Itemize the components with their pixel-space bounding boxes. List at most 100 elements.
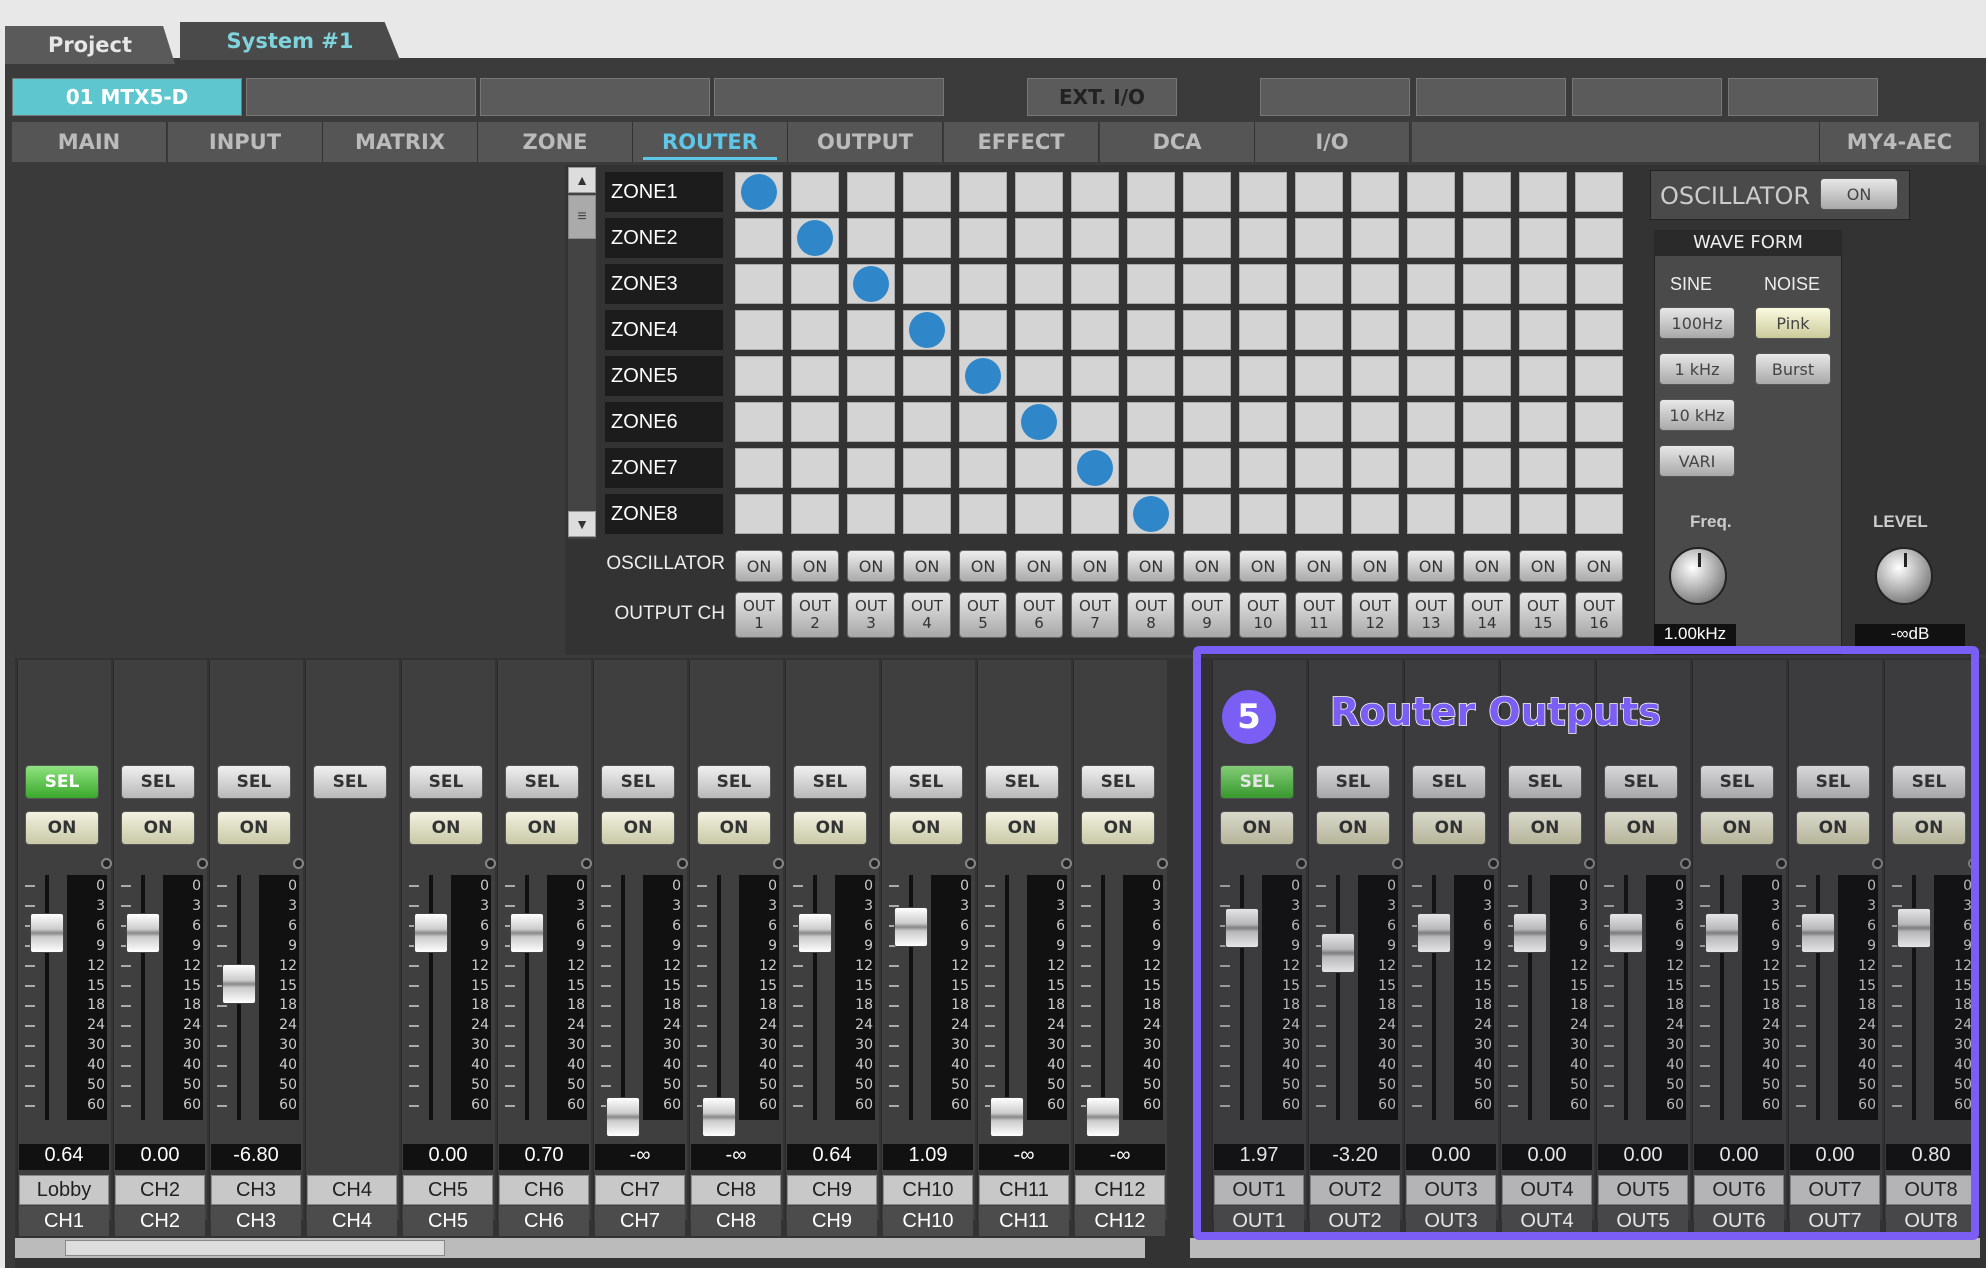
scroll-thumb-input[interactable] <box>65 1240 445 1256</box>
matrix-cell[interactable] <box>959 356 1007 396</box>
matrix-cell[interactable] <box>1071 494 1119 534</box>
matrix-cell[interactable] <box>1183 356 1231 396</box>
device-tab-7[interactable] <box>1416 78 1566 116</box>
matrix-cell[interactable] <box>1463 402 1511 442</box>
matrix-cell[interactable] <box>1519 264 1567 304</box>
level-knob[interactable] <box>1875 547 1933 605</box>
matrix-cell[interactable] <box>1351 494 1399 534</box>
on-button[interactable]: ON <box>1081 811 1155 845</box>
output-ch-button-16[interactable]: OUT 16 <box>1575 592 1623 638</box>
matrix-cell[interactable] <box>1127 402 1175 442</box>
matrix-cell[interactable] <box>903 218 951 258</box>
matrix-cell[interactable] <box>959 494 1007 534</box>
matrix-cell[interactable] <box>791 218 839 258</box>
matrix-cell[interactable] <box>1519 218 1567 258</box>
oscillator-on-button-16[interactable]: ON <box>1575 550 1623 582</box>
sel-button[interactable]: SEL <box>601 765 675 799</box>
scroll-up-icon[interactable]: ▲ <box>568 167 596 193</box>
output-ch-button-15[interactable]: OUT 15 <box>1519 592 1567 638</box>
tab-output[interactable]: OUTPUT <box>788 122 943 162</box>
device-tab-5[interactable]: EXT. I/O <box>1027 78 1177 116</box>
output-ch-button-12[interactable]: OUT 12 <box>1351 592 1399 638</box>
device-tab-9[interactable] <box>1728 78 1878 116</box>
oscillator-on-button-7[interactable]: ON <box>1071 550 1119 582</box>
matrix-cell[interactable] <box>735 218 783 258</box>
sel-button[interactable]: SEL <box>889 765 963 799</box>
oscillator-on-button-8[interactable]: ON <box>1127 550 1175 582</box>
fader-knob[interactable] <box>222 964 256 1004</box>
matrix-cell[interactable] <box>1407 172 1455 212</box>
matrix-cell[interactable] <box>735 264 783 304</box>
matrix-cell[interactable] <box>1183 448 1231 488</box>
fader-knob[interactable] <box>126 913 160 953</box>
matrix-cell[interactable] <box>1015 494 1063 534</box>
sel-button[interactable]: SEL <box>793 765 867 799</box>
matrix-cell[interactable] <box>1519 172 1567 212</box>
matrix-cell[interactable] <box>1463 218 1511 258</box>
matrix-cell[interactable] <box>1183 310 1231 350</box>
matrix-cell[interactable] <box>1127 310 1175 350</box>
matrix-cell[interactable] <box>791 356 839 396</box>
tab-main[interactable]: MAIN <box>12 122 167 162</box>
sine-1khz-button[interactable]: 1 kHz <box>1659 353 1735 385</box>
matrix-cell[interactable] <box>1183 172 1231 212</box>
tab-dca[interactable]: DCA <box>1100 122 1255 162</box>
matrix-cell[interactable] <box>1407 402 1455 442</box>
oscillator-on-button-3[interactable]: ON <box>847 550 895 582</box>
matrix-cell[interactable] <box>1239 218 1287 258</box>
matrix-cell[interactable] <box>1295 310 1343 350</box>
matrix-cell[interactable] <box>1463 310 1511 350</box>
fader-knob[interactable] <box>510 913 544 953</box>
on-button[interactable]: ON <box>793 811 867 845</box>
matrix-cell[interactable] <box>1463 494 1511 534</box>
device-tab-6[interactable] <box>1260 78 1410 116</box>
sine-10khz-button[interactable]: 10 kHz <box>1659 399 1735 431</box>
matrix-cell[interactable] <box>959 264 1007 304</box>
device-tab-8[interactable] <box>1572 78 1722 116</box>
matrix-cell[interactable] <box>1351 356 1399 396</box>
matrix-cell[interactable] <box>903 310 951 350</box>
matrix-cell[interactable] <box>903 356 951 396</box>
sel-button[interactable]: SEL <box>409 765 483 799</box>
matrix-cell[interactable] <box>1071 402 1119 442</box>
matrix-cell[interactable] <box>847 172 895 212</box>
matrix-cell[interactable] <box>1295 264 1343 304</box>
matrix-cell[interactable] <box>1239 172 1287 212</box>
zone-scrollbar[interactable]: ▲ ≡ ▼ <box>568 167 596 539</box>
device-tab-2[interactable] <box>246 78 476 116</box>
matrix-cell[interactable] <box>1071 310 1119 350</box>
matrix-cell[interactable] <box>847 402 895 442</box>
matrix-cell[interactable] <box>735 310 783 350</box>
matrix-cell[interactable] <box>791 494 839 534</box>
on-button[interactable]: ON <box>409 811 483 845</box>
matrix-cell[interactable] <box>1183 264 1231 304</box>
matrix-cell[interactable] <box>1295 494 1343 534</box>
output-ch-button-9[interactable]: OUT 9 <box>1183 592 1231 638</box>
matrix-cell[interactable] <box>1127 264 1175 304</box>
sel-button[interactable]: SEL <box>1081 765 1155 799</box>
oscillator-on-button-9[interactable]: ON <box>1183 550 1231 582</box>
output-ch-button-8[interactable]: OUT 8 <box>1127 592 1175 638</box>
on-button[interactable]: ON <box>121 811 195 845</box>
scroll-thumb[interactable]: ≡ <box>568 195 596 239</box>
matrix-cell[interactable] <box>1183 402 1231 442</box>
on-button[interactable]: ON <box>697 811 771 845</box>
matrix-cell[interactable] <box>1239 494 1287 534</box>
noise-burst-button[interactable]: Burst <box>1755 353 1831 385</box>
oscillator-on-button-4[interactable]: ON <box>903 550 951 582</box>
matrix-cell[interactable] <box>791 310 839 350</box>
tab-project[interactable]: Project <box>5 26 175 64</box>
matrix-cell[interactable] <box>1407 310 1455 350</box>
sine-100hz-button[interactable]: 100Hz <box>1659 307 1735 339</box>
oscillator-on-button-2[interactable]: ON <box>791 550 839 582</box>
matrix-cell[interactable] <box>847 448 895 488</box>
matrix-cell[interactable] <box>847 356 895 396</box>
matrix-cell[interactable] <box>1575 494 1623 534</box>
matrix-cell[interactable] <box>1575 264 1623 304</box>
fader-knob[interactable] <box>30 913 64 953</box>
oscillator-on-button-11[interactable]: ON <box>1295 550 1343 582</box>
matrix-cell[interactable] <box>1127 356 1175 396</box>
matrix-cell[interactable] <box>959 402 1007 442</box>
output-ch-button-2[interactable]: OUT 2 <box>791 592 839 638</box>
fader-knob[interactable] <box>702 1097 736 1137</box>
